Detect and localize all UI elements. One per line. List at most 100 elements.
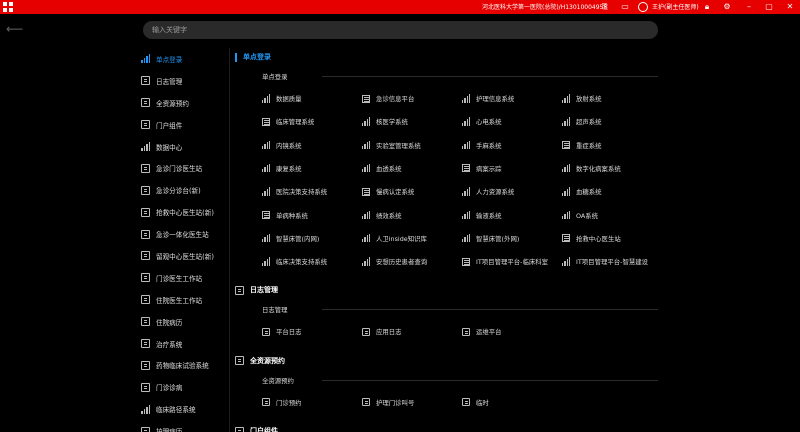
document-icon (141, 382, 150, 392)
bar-chart-icon (562, 163, 570, 173)
user-name[interactable]: 王护(副主任医师) (652, 2, 699, 11)
document-icon (141, 360, 150, 370)
sidebar-item[interactable]: 药物临床试验系统 (137, 354, 229, 376)
search-input[interactable] (143, 21, 658, 39)
minimize-icon[interactable]: – (744, 2, 754, 12)
system-link[interactable]: 数据质量 (262, 94, 302, 103)
sidebar-item[interactable]: 治疗系统 (137, 333, 229, 355)
back-arrow-icon[interactable]: ⟵ (6, 22, 23, 36)
system-link[interactable]: 安想历史患者查询 (362, 257, 427, 266)
grid-icon (562, 141, 570, 150)
system-link[interactable]: 数字化病案系统 (562, 163, 621, 173)
bar-chart-icon (562, 187, 570, 196)
settings-icon[interactable]: ⚙ (722, 2, 732, 12)
sidebar-item[interactable]: 单点登录 (137, 48, 229, 70)
system-link[interactable]: 智慧床管(外网) (462, 233, 520, 243)
system-link[interactable]: 康复系统 (262, 163, 302, 173)
sidebar-item[interactable]: 门诊诊病 (137, 376, 229, 398)
bar-chart-icon (462, 140, 470, 150)
system-link[interactable]: 临时 (462, 398, 489, 407)
system-link[interactable]: 超声系统 (562, 117, 602, 126)
system-link[interactable]: 人力资源系统 (462, 187, 514, 196)
sidebar-item[interactable]: 留观中心医生站(新) (137, 245, 229, 267)
sidebar-item-label: 住院医生工作站 (156, 296, 203, 305)
sidebar-item[interactable]: 住院病历 (137, 311, 229, 333)
close-icon[interactable]: ✕ (785, 2, 795, 12)
system-link[interactable]: IT项目管理平台-智慧建设 (562, 257, 648, 266)
system-link[interactable]: 医院决策支持系统 (262, 187, 327, 196)
system-link[interactable]: 输液系统 (462, 210, 502, 220)
sidebar-item-label: 门户组件 (156, 121, 183, 130)
system-link[interactable]: 人卫inside知识库 (362, 233, 427, 243)
sidebar-item[interactable]: 急诊门诊医生站 (137, 157, 229, 179)
sidebar-item[interactable]: 抢救中心医生站(新) (137, 201, 229, 223)
system-link[interactable]: 单病种系统 (262, 211, 308, 220)
system-link-label: 慢病认定系统 (376, 188, 415, 197)
sidebar-item[interactable]: 门诊医生工作站 (137, 267, 229, 289)
bar-chart-icon (462, 187, 470, 196)
avatar[interactable] (638, 2, 648, 12)
system-link[interactable]: 重症系统 (562, 141, 602, 150)
sub-section-divider (322, 379, 658, 381)
system-link-label: 智慧床管(外网) (476, 234, 520, 243)
system-link[interactable]: 慢病认定系统 (362, 187, 414, 196)
sidebar-item[interactable]: 数据中心 (137, 136, 229, 158)
system-link[interactable]: 护理信息系统 (462, 94, 514, 103)
message-icon[interactable]: ▭ (620, 2, 630, 12)
system-link[interactable]: 心电系统 (462, 117, 502, 126)
system-link[interactable]: 内镜系统 (262, 140, 302, 150)
sidebar-item[interactable]: 临床路径系统 (137, 398, 229, 420)
bar-chart-icon (262, 233, 270, 243)
system-link[interactable]: 核医学系统 (362, 117, 408, 126)
system-link[interactable]: 应用日志 (362, 327, 402, 336)
system-link[interactable]: OA系统 (562, 210, 598, 220)
app-grid-icon[interactable] (3, 2, 13, 12)
system-link-label: 安想历史患者查询 (376, 258, 428, 267)
system-link-label: 护理信息系统 (476, 95, 515, 103)
bar-chart-icon (462, 210, 470, 219)
section-title-text: 全资源预约 (250, 356, 285, 365)
system-link[interactable]: 门诊预约 (262, 398, 302, 407)
system-link[interactable]: 运维平台 (462, 327, 502, 336)
sidebar-item[interactable]: 急诊一体化医生站 (137, 223, 229, 245)
main-content: 单点登录 单点登录 数据质量 急诊信息平台 护理信息系统 放射系统 临床管理系统 核医学系统心… (232, 48, 672, 432)
system-link[interactable]: 临床管理系统 (262, 117, 314, 126)
grid-icon (362, 94, 370, 103)
section-title-text: 单点登录 (243, 53, 271, 61)
sidebar-item[interactable]: 护理病历 (137, 420, 229, 432)
system-link-label: 单病种系统 (276, 211, 308, 220)
bar-chart-icon (141, 142, 150, 151)
lock-screen-icon[interactable]: ⎘ (600, 2, 610, 12)
system-link[interactable]: 绩效系统 (362, 210, 402, 220)
sidebar-item[interactable]: 日志管理 (137, 70, 229, 92)
system-link[interactable]: 手麻系统 (462, 140, 502, 150)
document-icon (362, 327, 370, 336)
system-link-label: 数据质量 (276, 95, 302, 103)
system-link[interactable]: 平台日志 (262, 327, 302, 336)
system-link[interactable]: IT项目管理平台-临床科室 (462, 257, 548, 266)
grid-icon (462, 257, 470, 266)
system-link[interactable]: 护理门诊叫号 (362, 398, 414, 407)
system-link-label: 超声系统 (576, 118, 602, 127)
system-link[interactable]: 病案示踪 (462, 164, 502, 173)
system-link[interactable]: 智慧床管(内网) (262, 233, 319, 243)
system-link-label: 应用日志 (376, 328, 402, 337)
sidebar-item-label: 药物临床试验系统 (156, 362, 209, 371)
sidebar-item[interactable]: 全资源预约 (137, 92, 229, 114)
system-link[interactable]: 临床决策支持系统 (262, 257, 327, 266)
system-link[interactable]: 实验室管理系统 (362, 140, 421, 150)
system-link[interactable]: 血透系统 (362, 163, 402, 173)
document-icon (141, 251, 150, 261)
sidebar: 单点登录 日志管理 全资源预约门户组件数据中心 急诊门诊医生站 急诊分诊台(新) 抢救中心… (137, 48, 229, 432)
system-link[interactable]: 抢救中心医生站 (562, 234, 621, 243)
lock-icon[interactable]: 🔒︎ (702, 2, 712, 12)
system-link[interactable]: 放射系统 (562, 94, 602, 103)
system-link[interactable]: 急诊信息平台 (362, 94, 414, 103)
bar-chart-icon (362, 140, 370, 150)
sidebar-item[interactable]: 住院医生工作站 (137, 289, 229, 311)
sidebar-item[interactable]: 急诊分诊台(新) (137, 179, 229, 201)
maximize-icon[interactable]: ▢ (764, 2, 774, 12)
sidebar-item[interactable]: 门户组件 (137, 114, 229, 136)
system-link[interactable]: 血糖系统 (562, 187, 602, 196)
bar-chart-icon (462, 117, 470, 126)
